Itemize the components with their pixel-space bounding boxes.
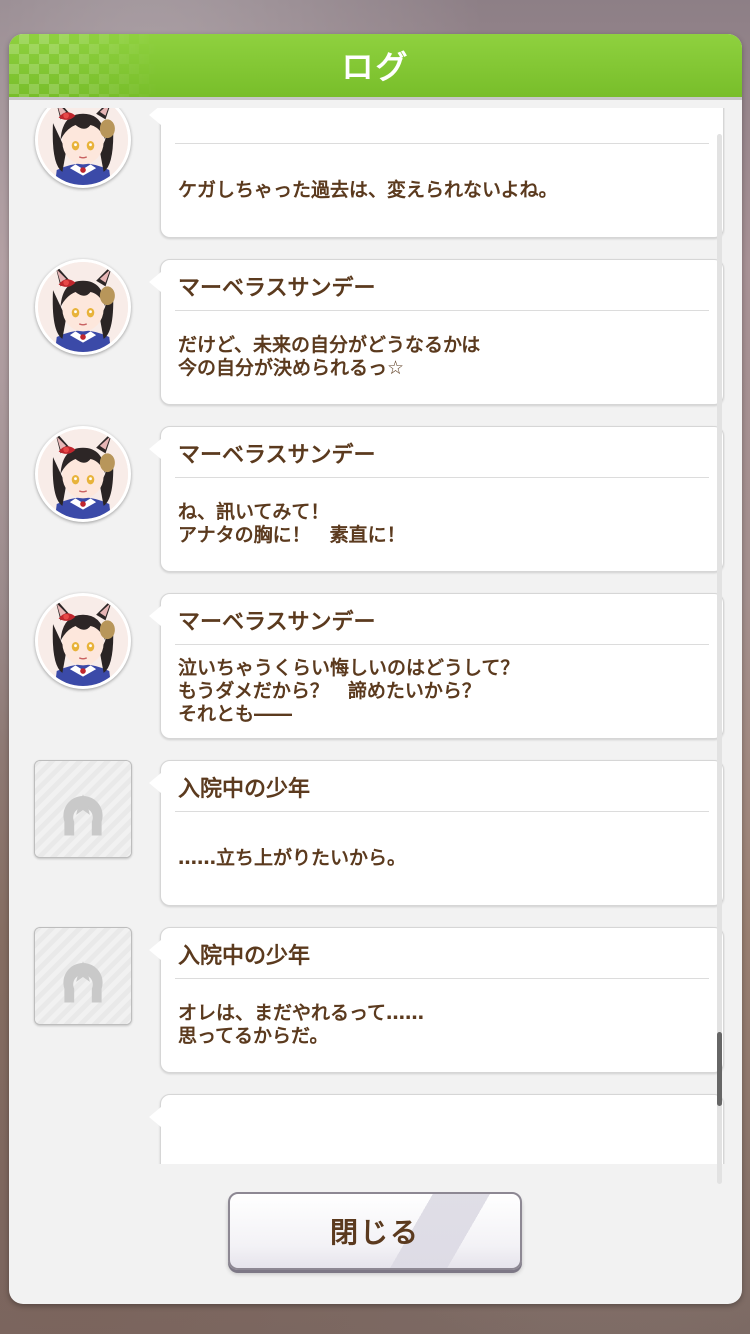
bubble-divider bbox=[175, 477, 709, 478]
message-line: 今の自分が決められるっ☆ bbox=[178, 357, 405, 379]
log-entry: 入院中の少年オレは、まだやれるって…… 思ってるからだ。 bbox=[17, 927, 725, 1094]
message-line: ね、訊いてみて！ bbox=[178, 501, 330, 523]
log-entry: 入院中の少年 ……立ち上がりたいから。 bbox=[17, 760, 725, 927]
bubble-divider bbox=[175, 143, 709, 144]
scrollbar[interactable] bbox=[717, 134, 722, 1184]
message-bubble: マーベラスサンデー ね、訊いてみて！ アナタの胸に！ 素直に！ bbox=[149, 426, 724, 572]
speaker-name: 入院中の少年 bbox=[178, 777, 311, 802]
log-scroll-area[interactable]: ケガしちゃった過去は、変えられないよね。 マーベラスサンデーだけど、未来の自分が… bbox=[17, 108, 725, 1164]
bubble-divider bbox=[175, 310, 709, 311]
message-line: 泣いちゃうくらい悔しいのはどうして？ bbox=[178, 656, 520, 679]
speaker-name: マーベラスサンデー bbox=[178, 610, 376, 635]
character-portrait-icon bbox=[38, 262, 128, 352]
bubble-divider bbox=[175, 811, 709, 812]
speaker-name: マーベラスサンデー bbox=[178, 276, 376, 301]
message-line: ケガしちゃった過去は、変えられないよね。 bbox=[178, 178, 558, 201]
message-bubble: マーベラスサンデーだけど、未来の自分がどうなるかは 今の自分が決められるっ☆ bbox=[149, 259, 724, 405]
horseshoe-icon bbox=[35, 928, 131, 1024]
bubble-divider bbox=[175, 644, 709, 645]
bubble-divider bbox=[175, 978, 709, 979]
character-portrait-icon bbox=[38, 429, 128, 519]
message-line: アナタの胸に！ 素直に！ bbox=[178, 524, 406, 546]
speaker-name: 入院中の少年 bbox=[178, 944, 311, 969]
speaker-name: マーベラスサンデー bbox=[178, 443, 376, 468]
character-portrait-icon bbox=[38, 596, 128, 686]
scrollbar-thumb[interactable] bbox=[717, 1032, 722, 1106]
close-button-label: 閉じる bbox=[329, 1216, 420, 1249]
message-bubble: ――部屋を出る時、少年は『ありがとう』と手を振ってくれていた。 bbox=[149, 1094, 724, 1164]
character-portrait-icon bbox=[38, 108, 128, 185]
message-line: もうダメだから？ 諦めたいから？ bbox=[178, 679, 481, 702]
log-entry: マーベラスサンデーだけど、未来の自分がどうなるかは 今の自分が決められるっ☆ bbox=[17, 259, 725, 426]
horseshoe-icon bbox=[35, 761, 131, 857]
dialog-header: ログ bbox=[9, 34, 742, 100]
message-bubble: 入院中の少年 ……立ち上がりたいから。 bbox=[149, 760, 724, 906]
log-entry: マーベラスサンデー ね、訊いてみて！ アナタの胸に！ 素直に！ bbox=[17, 426, 725, 593]
log-entry: マーベラスサンデー泣いちゃうくらい悔しいのはどうして？ もうダメだから？ 諦めたい… bbox=[17, 593, 725, 760]
message-bubble: 入院中の少年オレは、まだやれるって…… 思ってるからだ。 bbox=[149, 927, 724, 1073]
message-bubble: マーベラスサンデー泣いちゃうくらい悔しいのはどうして？ もうダメだから？ 諦めたい… bbox=[149, 593, 724, 739]
message-line: それとも―― bbox=[178, 702, 293, 725]
speaker-avatar bbox=[35, 426, 131, 522]
message-bubble: ケガしちゃった過去は、変えられないよね。 bbox=[149, 108, 724, 238]
log-list: ケガしちゃった過去は、変えられないよね。 マーベラスサンデーだけど、未来の自分が… bbox=[17, 108, 725, 1164]
speaker-avatar bbox=[35, 259, 131, 355]
speaker-avatar bbox=[34, 927, 132, 1025]
close-button[interactable]: 閉じる bbox=[228, 1192, 522, 1270]
message-line: だけど、未来の自分がどうなるかは bbox=[178, 334, 481, 356]
message-line: オレは、まだやれるって…… bbox=[178, 1002, 425, 1024]
speaker-avatar bbox=[35, 108, 131, 188]
log-dialog: ログ ケガしちゃった過去は、変えられないよね。 マーベラスサンデー だけど、未来… bbox=[9, 34, 742, 1304]
log-entry: ――部屋を出る時、少年は『ありがとう』と手を振ってくれていた。 bbox=[17, 1094, 725, 1164]
log-entry: ケガしちゃった過去は、変えられないよね。 bbox=[17, 108, 725, 259]
speaker-avatar bbox=[35, 593, 131, 689]
speaker-avatar bbox=[34, 760, 132, 858]
dialog-title: ログ bbox=[341, 48, 410, 86]
message-line: 思ってるからだ。 bbox=[178, 1025, 329, 1047]
message-line: ……立ち上がりたいから。 bbox=[178, 846, 407, 869]
